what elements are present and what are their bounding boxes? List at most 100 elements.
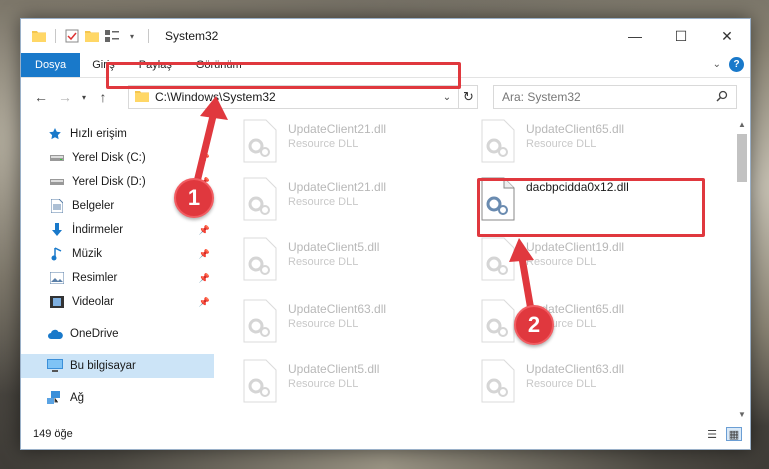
nav-network[interactable]: Ağ: [21, 386, 214, 410]
file-explorer-window: ▾ System32 — ☐ ✕ Dosya Giriş Paylaş Görü…: [20, 18, 751, 450]
title-bar: ▾ System32 — ☐ ✕: [21, 19, 750, 53]
file-list: UpdateClient21.dll Resource DLL UpdateCli…: [214, 116, 750, 422]
folder-icon: [135, 90, 149, 105]
nav-this-pc[interactable]: Bu bilgisayar: [21, 354, 214, 378]
back-button[interactable]: ←: [29, 85, 53, 109]
main-content: Hızlı erişim Yerel Disk (C:) 📌 Yerel Dis…: [21, 116, 750, 422]
expand-ribbon-icon[interactable]: ⌄: [713, 59, 721, 70]
nav-item-music[interactable]: Müzik 📌: [21, 242, 214, 266]
file-item[interactable]: UpdateClient21.dll Resource DLL: [240, 176, 460, 228]
forward-button[interactable]: →: [53, 85, 77, 109]
recent-locations-button[interactable]: ▾: [77, 85, 91, 109]
file-type: Resource DLL: [526, 196, 597, 208]
nav-item-disk-c[interactable]: Yerel Disk (C:) 📌: [21, 146, 214, 170]
properties-icon[interactable]: [64, 28, 80, 44]
file-type: Resource DLL: [288, 256, 359, 268]
dll-file-icon: [243, 119, 277, 163]
dll-file-icon: [243, 177, 277, 221]
file-item[interactable]: UpdateClient5.dll Resource DLL: [240, 236, 460, 288]
refresh-button[interactable]: ↻: [458, 85, 478, 109]
dll-file-icon: [243, 237, 277, 281]
tab-file[interactable]: Dosya: [21, 53, 81, 77]
network-icon: [47, 390, 63, 406]
scroll-thumb[interactable]: [737, 134, 747, 182]
dll-file-icon: [481, 119, 515, 163]
dll-file-icon: [243, 299, 277, 343]
maximize-button[interactable]: ☐: [658, 19, 704, 53]
file-item[interactable]: UpdateClient63.dll Resource DLL: [478, 358, 698, 410]
dll-file-icon: [243, 359, 277, 403]
tab-home[interactable]: Giriş: [80, 53, 127, 77]
file-name: UpdateClient65.dll: [526, 122, 625, 136]
minimize-button[interactable]: —: [612, 19, 658, 53]
view-menu-icon[interactable]: [104, 28, 120, 44]
folder-icon[interactable]: [31, 28, 47, 44]
status-bar: 149 öğe ☰ ▦: [21, 419, 750, 449]
ribbon-right: ⌄ ?: [713, 57, 744, 72]
music-icon: [49, 246, 65, 262]
nav-label: Resimler: [72, 272, 118, 284]
nav-label: Yerel Disk (C:): [72, 152, 146, 164]
star-icon: [47, 126, 63, 142]
ribbon-tabs: Dosya Giriş Paylaş Görünüm ⌄ ?: [21, 53, 750, 78]
file-type: Resource DLL: [288, 196, 359, 208]
step-2-callout: 2: [514, 305, 554, 345]
nav-item-pictures[interactable]: Resimler 📌: [21, 266, 214, 290]
tab-view[interactable]: Görünüm: [184, 53, 254, 77]
file-item[interactable]: UpdateClient63.dll Resource DLL: [240, 298, 460, 350]
file-type: Resource DLL: [288, 318, 359, 330]
download-icon: [49, 222, 65, 238]
pin-icon: 📌: [198, 152, 210, 163]
new-folder-icon[interactable]: [84, 28, 100, 44]
pin-icon: 📌: [198, 272, 210, 283]
file-type: Resource DLL: [288, 378, 359, 390]
close-button[interactable]: ✕: [704, 19, 750, 53]
navigation-bar: ← → ▾ ↑ C:\Windows\System32 ⌄ ↻ Ara: Sys…: [21, 78, 750, 116]
navigation-pane: Hızlı erişim Yerel Disk (C:) 📌 Yerel Dis…: [21, 116, 214, 422]
search-box[interactable]: Ara: System32: [493, 85, 737, 109]
pin-icon: 📌: [198, 248, 210, 259]
file-item-target-dll[interactable]: dacbpcidda0x12.dll Resource DLL: [478, 176, 698, 228]
file-type: Resource DLL: [288, 138, 359, 150]
nav-quick-access[interactable]: Hızlı erişim: [21, 122, 214, 146]
file-item[interactable]: UpdateClient19.dll Resource DLL: [478, 236, 698, 288]
step-1-callout: 1: [174, 178, 214, 218]
file-item[interactable]: UpdateClient65.dll Resource DLL: [478, 118, 698, 170]
dll-file-icon: [481, 299, 515, 343]
nav-onedrive[interactable]: OneDrive: [21, 322, 214, 346]
help-icon[interactable]: ?: [729, 57, 744, 72]
nav-label: Müzik: [72, 248, 103, 260]
nav-label: Belgeler: [72, 200, 115, 212]
file-item[interactable]: UpdateClient5.dll Resource DLL: [240, 358, 460, 410]
details-view-icon[interactable]: ☰: [704, 427, 720, 441]
tiles-view-icon[interactable]: ▦: [726, 427, 742, 441]
nav-label: Bu bilgisayar: [70, 360, 136, 372]
nav-item-downloads[interactable]: İndirmeler 📌: [21, 218, 214, 242]
chevron-down-icon[interactable]: ⌄: [437, 92, 457, 103]
quick-access-toolbar: ▾ System32: [21, 28, 218, 44]
up-button[interactable]: ↑: [91, 85, 115, 109]
nav-item-videos[interactable]: Videolar 📌: [21, 290, 214, 314]
dll-file-icon: [481, 237, 515, 281]
tab-share[interactable]: Paylaş: [127, 53, 184, 77]
view-switcher: ☰ ▦: [704, 427, 742, 441]
file-name: UpdateClient63.dll: [288, 302, 387, 316]
window-controls: — ☐ ✕: [612, 19, 750, 53]
pin-icon: 📌: [198, 224, 210, 235]
vertical-scrollbar[interactable]: ▲ ▼: [734, 116, 750, 422]
file-item[interactable]: UpdateClient65.dll Resource DLL: [478, 298, 698, 350]
search-icon[interactable]: [716, 90, 728, 105]
address-bar[interactable]: C:\Windows\System32 ⌄: [128, 85, 478, 109]
search-input[interactable]: Ara: System32: [502, 90, 581, 104]
file-item[interactable]: UpdateClient21.dll Resource DLL: [240, 118, 460, 170]
chevron-down-icon[interactable]: ▾: [124, 28, 140, 44]
file-type: Resource DLL: [526, 378, 597, 390]
scroll-up-icon[interactable]: ▲: [734, 116, 750, 132]
drive-icon: [49, 150, 65, 166]
file-name: UpdateClient5.dll: [288, 362, 380, 376]
address-path[interactable]: C:\Windows\System32: [155, 90, 437, 104]
computer-icon: [47, 358, 63, 374]
nav-label: Hızlı erişim: [70, 128, 127, 140]
drive-icon: [49, 174, 65, 190]
nav-label: OneDrive: [70, 328, 119, 340]
